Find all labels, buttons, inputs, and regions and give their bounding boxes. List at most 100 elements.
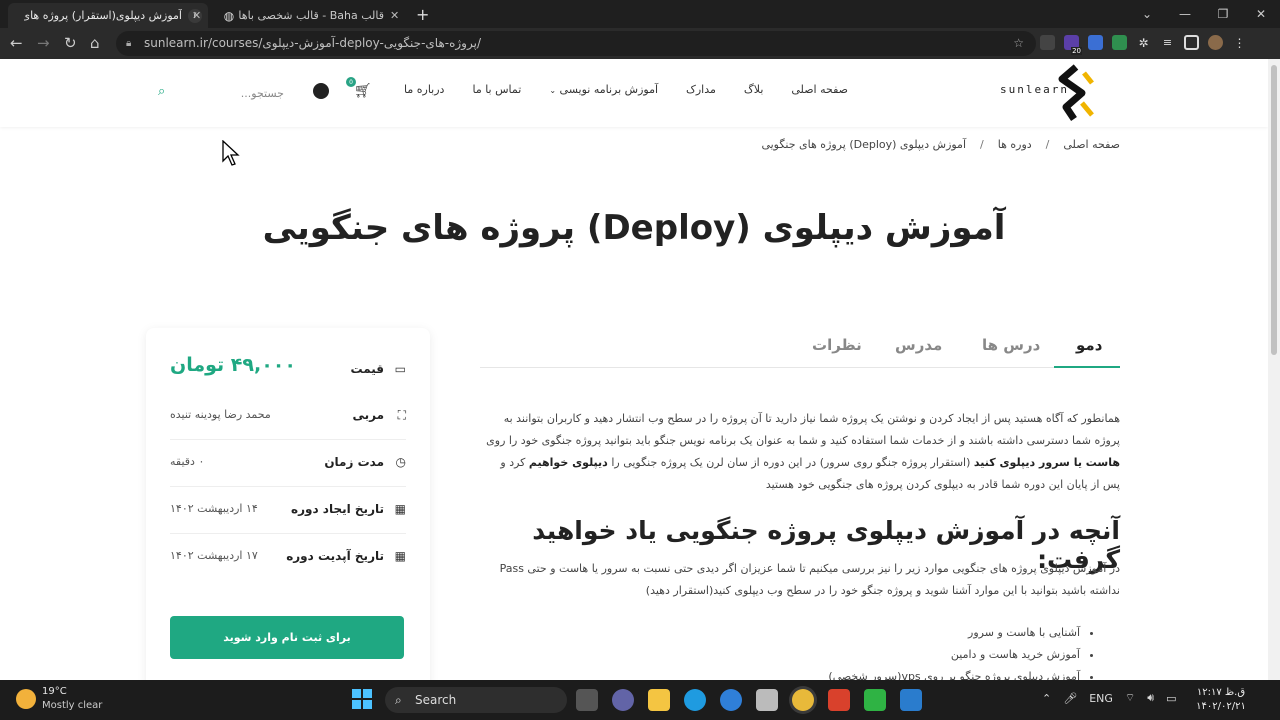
created-value: ۱۴ اردیبهشت ۱۴۰۲ [170, 502, 258, 515]
wifi-icon[interactable]: ⌔ [1125, 691, 1135, 705]
duration-value: ۰ دقیقه [170, 455, 205, 468]
taskbar-clock[interactable]: ۱۲:۱۷ ق.ظ ۱۴۰۲/۰۲/۲۱ [1196, 686, 1246, 714]
search-icon: ⌕ [395, 693, 402, 707]
logo-mark-icon [1058, 64, 1094, 121]
price-row: ▭ قیمت ۴۹,۰۰۰ تومان [170, 346, 406, 394]
calendar-icon: ▦ [394, 549, 406, 563]
bookmark-star-icon[interactable]: ☆ [1013, 31, 1024, 56]
tab-lessons[interactable]: درس ها [982, 336, 1040, 354]
extensions-bar: 20 ✲ ≡ ⋮ [1040, 35, 1247, 55]
nav-about[interactable]: درباره ما [404, 83, 444, 96]
close-tab-icon[interactable]: ✕ [192, 9, 201, 22]
address-bar[interactable]: 🔒︎ sunlearn.ir/courses/آموزش-دیپلوی-depl… [116, 31, 1036, 56]
active-tab-indicator [1054, 366, 1120, 368]
sidebar-icon[interactable] [1184, 35, 1199, 50]
vscode-icon[interactable] [900, 689, 922, 711]
back-button[interactable]: ← [10, 34, 23, 52]
extension-icon[interactable] [1040, 35, 1055, 50]
user-account-icon[interactable] [313, 83, 329, 99]
edge-icon[interactable] [684, 689, 706, 711]
enroll-login-button[interactable]: برای ثبت نام وارد شوید [170, 616, 404, 659]
microphone-icon[interactable]: 🎤︎ [1063, 692, 1077, 705]
nav-programming[interactable]: آموزش برنامه نویسی ⌄ [549, 83, 658, 96]
scrollbar-thumb[interactable] [1271, 65, 1277, 355]
maximize-button[interactable]: ❐ [1204, 0, 1242, 28]
breadcrumb-home[interactable]: صفحه اصلی [1063, 138, 1120, 151]
chevron-down-icon: ⌄ [549, 86, 557, 95]
store-icon[interactable] [756, 689, 778, 711]
tab-demo[interactable]: دمو [1076, 336, 1102, 354]
site-header: sunlearn صفحه اصلی بلاگ مدارک آموزش برنا… [0, 59, 1268, 127]
browser-toolbar: ← → ↻ ⌂ 🔒︎ sunlearn.ir/courses/آموزش-دیپ… [0, 28, 1280, 59]
section-description: در آموزش دیپلوی پروژه های جنگویی موارد ز… [499, 562, 1120, 597]
file-explorer-icon[interactable] [648, 689, 670, 711]
puzzle-icon[interactable]: ✲ [1136, 35, 1151, 50]
description-bold: هاست یا سرور دیپلوی کنید [973, 456, 1120, 469]
forward-button[interactable]: → [37, 34, 50, 52]
list-item: آموزش خرید هاست و دامین [480, 644, 1080, 666]
instructor-label: مربی [352, 408, 384, 422]
tab-search-icon[interactable]: ⌄ [1128, 0, 1166, 28]
extension-badge-icon[interactable]: 20 [1064, 35, 1082, 55]
home-button[interactable]: ⌂ [90, 34, 100, 52]
course-info-card: ▭ قیمت ۴۹,۰۰۰ تومان ⛶ مربی محمد رضا پودی… [146, 328, 430, 688]
volume-icon[interactable]: 🔊︎ [1147, 691, 1154, 705]
chevron-up-icon[interactable]: ⌃ [1042, 692, 1051, 705]
nav-contact[interactable]: تماس با ما [472, 83, 521, 96]
nav-certificates[interactable]: مدارک [686, 83, 716, 96]
menu-kebab-icon[interactable]: ⋮ [1232, 35, 1247, 50]
search-input[interactable] [182, 83, 284, 103]
task-view-icon[interactable] [576, 689, 598, 711]
chrome-icon[interactable] [792, 689, 814, 711]
price-label: قیمت [350, 362, 384, 376]
nav-blog[interactable]: بلاگ [744, 83, 763, 96]
taskbar-search-label: Search [415, 693, 457, 707]
battery-icon[interactable]: ▭ [1166, 692, 1176, 705]
site-logo[interactable]: sunlearn [1000, 63, 1100, 123]
help-icon[interactable] [720, 689, 742, 711]
tab-instructor[interactable]: مدرس [895, 336, 942, 354]
search-icon[interactable]: ⌕ [158, 84, 165, 99]
weather-temperature: 19°C [42, 686, 67, 697]
reload-button[interactable]: ↻ [64, 34, 77, 52]
cart-icon[interactable]: 🛒︎ [354, 83, 372, 99]
taskbar-search[interactable]: ⌕ Search [385, 687, 567, 713]
mouse-cursor-icon [222, 140, 240, 166]
windows-start-icon[interactable] [352, 689, 372, 709]
tab-comments[interactable]: نظرات [812, 336, 862, 354]
globe-icon: ◍ [223, 8, 235, 23]
profile-avatar[interactable] [1208, 35, 1223, 50]
breadcrumb-current: آموزش دیپلوی (Deploy) پروژه های جنگویی [761, 138, 967, 151]
extension-icon[interactable] [1112, 35, 1127, 50]
tab-title: آموزش دیپلوی(استقرار) پروژه های ج [24, 9, 182, 22]
playlist-icon[interactable]: ≡ [1160, 35, 1175, 50]
updated-date-row: ▦ تاریخ آپدیت دوره ۱۷ اردیبهشت ۱۴۰۲ [170, 535, 406, 581]
language-indicator[interactable]: ENG [1089, 692, 1113, 705]
pycharm-icon[interactable] [864, 689, 886, 711]
price-value: ۴۹,۰۰۰ تومان [170, 354, 296, 376]
page-title: آموزش دیپلوی (Deploy) پروژه های جنگویی [262, 208, 1006, 248]
created-label: تاریخ ایجاد دوره [291, 502, 384, 516]
translate-icon[interactable] [1088, 35, 1103, 50]
nav-programming-label: آموزش برنامه نویسی [559, 83, 659, 96]
page-scrollbar[interactable] [1268, 59, 1280, 680]
breadcrumb-courses[interactable]: دوره ها [998, 138, 1032, 151]
browser-tab[interactable]: ◍ قالب Baha - قالب شخصی باها ✕ [210, 3, 408, 28]
minimize-button[interactable]: — [1166, 0, 1204, 28]
breadcrumb-separator: / [980, 138, 984, 151]
new-tab-button[interactable]: + [416, 5, 429, 24]
list-item: آشنایی با هاست و سرور [480, 622, 1080, 644]
clock-date: ۱۴۰۲/۰۲/۲۱ [1196, 701, 1246, 712]
taskbar-apps [576, 689, 922, 711]
duration-row: ◷ مدت زمان ۰ دقیقه [170, 441, 406, 487]
teams-icon[interactable] [612, 689, 634, 711]
close-tab-icon[interactable]: ✕ [390, 9, 399, 22]
money-icon: ▭ [394, 362, 406, 376]
close-window-button[interactable]: ✕ [1242, 0, 1280, 28]
instructor-row: ⛶ مربی محمد رضا پودینه تنیده [170, 394, 406, 440]
weather-moon-icon[interactable] [16, 689, 36, 709]
nav-home[interactable]: صفحه اصلی [791, 83, 848, 96]
browser-tab-active[interactable]: ז آموزش دیپلوی(استقرار) پروژه های ج ✕ [8, 3, 208, 28]
main-nav: صفحه اصلی بلاگ مدارک آموزش برنامه نویسی … [404, 83, 848, 96]
app-red-icon[interactable] [828, 689, 850, 711]
